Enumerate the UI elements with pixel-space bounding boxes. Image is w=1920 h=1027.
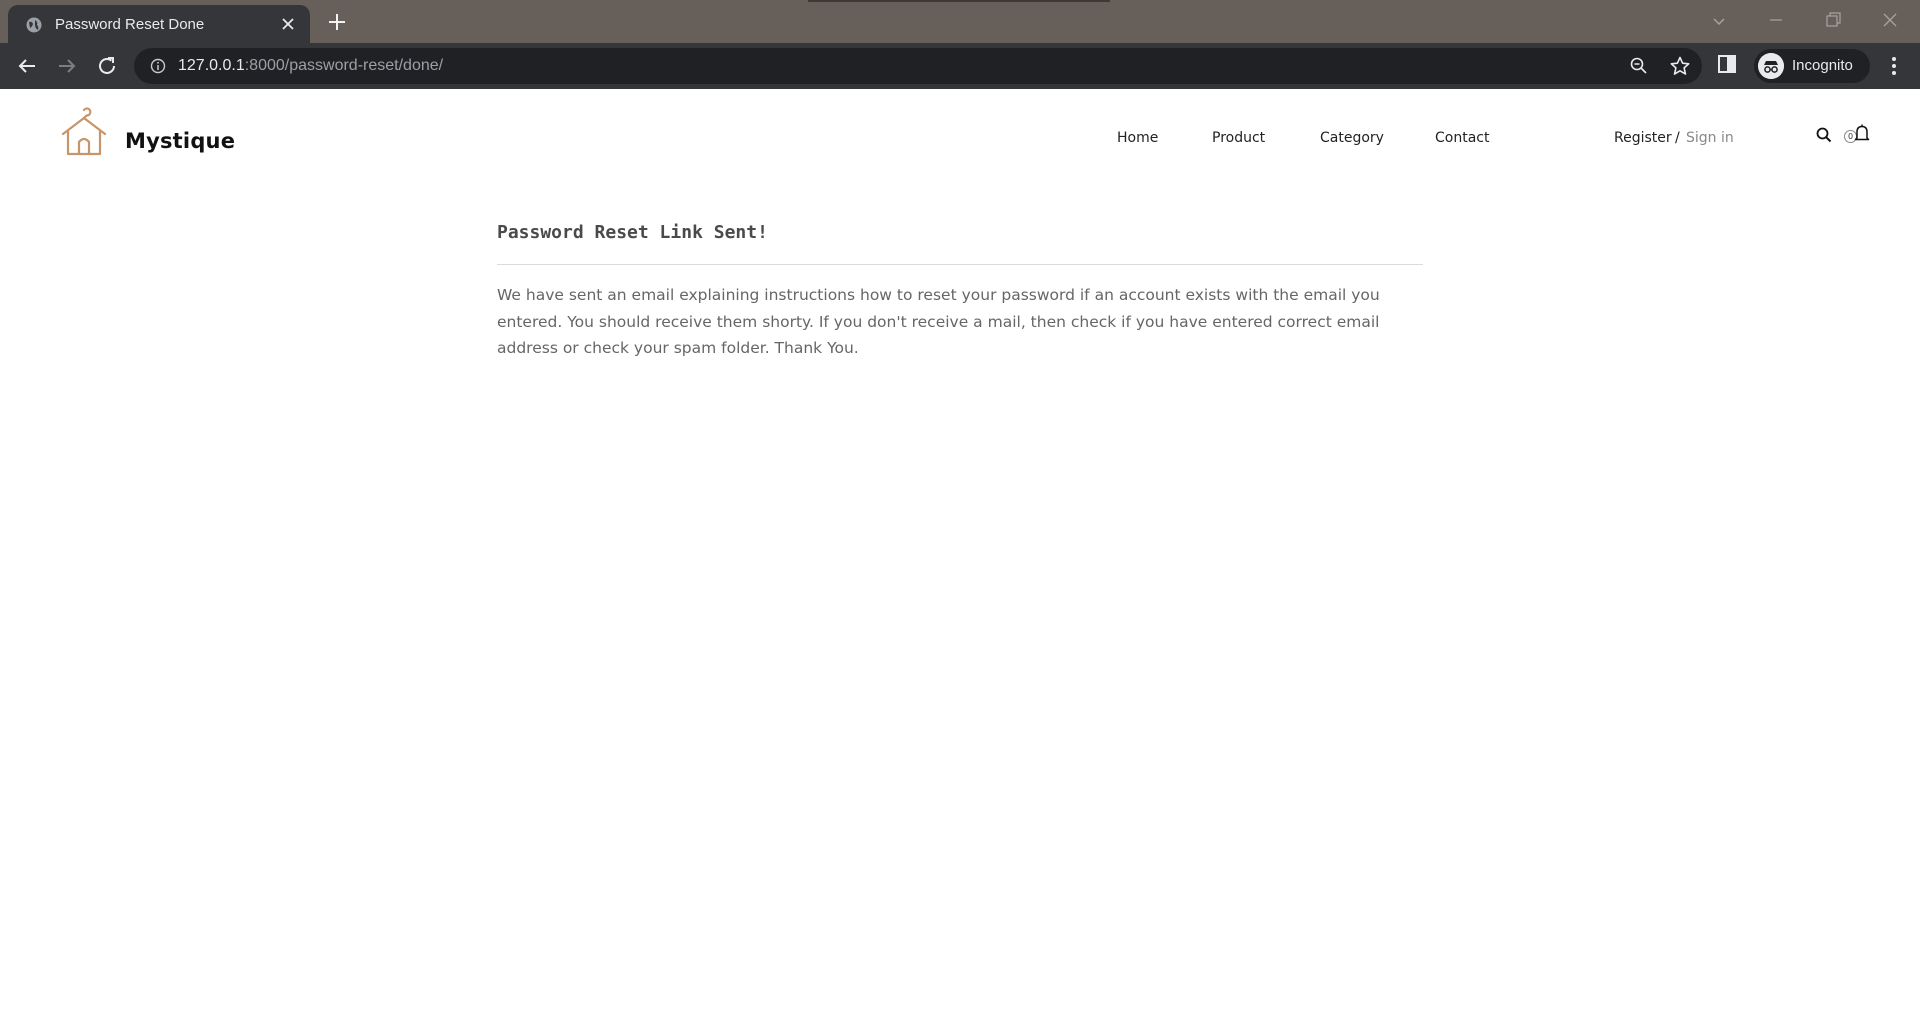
nav-product[interactable]: Product: [1212, 130, 1265, 146]
title-divider: [497, 264, 1423, 265]
register-label: Register: [1614, 130, 1672, 146]
register-link[interactable]: Register: [1614, 130, 1672, 146]
bell-icon[interactable]: [1854, 123, 1870, 143]
signin-link[interactable]: Sign in: [1686, 130, 1734, 146]
tabstrip-drag-indicator: [808, 0, 1110, 2]
back-icon[interactable]: [15, 54, 39, 78]
incognito-label: Incognito: [1792, 57, 1853, 74]
forward-icon[interactable]: [55, 54, 79, 78]
tab-title: Password Reset Done: [55, 16, 205, 33]
info-icon[interactable]: [150, 58, 166, 74]
incognito-profile-button[interactable]: Incognito: [1754, 49, 1870, 83]
page-title: Password Reset Link Sent!: [497, 222, 768, 243]
url-host: 127.0.0.1: [178, 57, 245, 74]
nav-contact[interactable]: Contact: [1435, 130, 1489, 146]
reload-icon[interactable]: [95, 54, 119, 78]
chevron-down-icon[interactable]: [1711, 13, 1727, 29]
star-icon[interactable]: [1669, 55, 1691, 77]
browser-tabstrip: Password Reset Done: [0, 0, 1920, 43]
incognito-icon: [1758, 53, 1784, 79]
search-icon[interactable]: [1815, 126, 1833, 144]
restore-icon[interactable]: [1823, 10, 1843, 30]
minimize-icon[interactable]: [1766, 10, 1786, 30]
close-icon[interactable]: [1880, 10, 1900, 30]
close-icon[interactable]: [280, 16, 296, 32]
zoom-out-icon[interactable]: [1629, 56, 1649, 76]
plus-icon[interactable]: [326, 11, 348, 33]
reset-instructions-message: We have sent an email explaining instruc…: [497, 286, 1380, 357]
side-panel-icon[interactable]: [1716, 53, 1738, 75]
nav-home[interactable]: Home: [1117, 130, 1158, 146]
address-bar[interactable]: 127.0.0.1:8000/password-reset/done/: [134, 48, 1702, 84]
browser-tab-active[interactable]: Password Reset Done: [8, 5, 310, 43]
hanger-house-logo-icon[interactable]: [60, 107, 108, 157]
password-reset-done-panel: Password Reset Link Sent! We have sent a…: [497, 219, 1423, 362]
url-text[interactable]: 127.0.0.1:8000/password-reset/done/: [178, 57, 443, 75]
globe-icon: [26, 17, 42, 33]
auth-separator: /: [1675, 130, 1680, 146]
signin-label: Sign in: [1686, 130, 1734, 146]
brand-name[interactable]: Mystique: [125, 129, 235, 153]
url-path: :8000/password-reset/done/: [244, 57, 444, 74]
site-header: Mystique Home Product Category Contact R…: [0, 89, 1920, 184]
nav-category[interactable]: Category: [1320, 130, 1384, 146]
kebab-menu-icon[interactable]: [1882, 54, 1906, 78]
browser-toolbar: 127.0.0.1:8000/password-reset/done/ Inco…: [0, 43, 1920, 89]
